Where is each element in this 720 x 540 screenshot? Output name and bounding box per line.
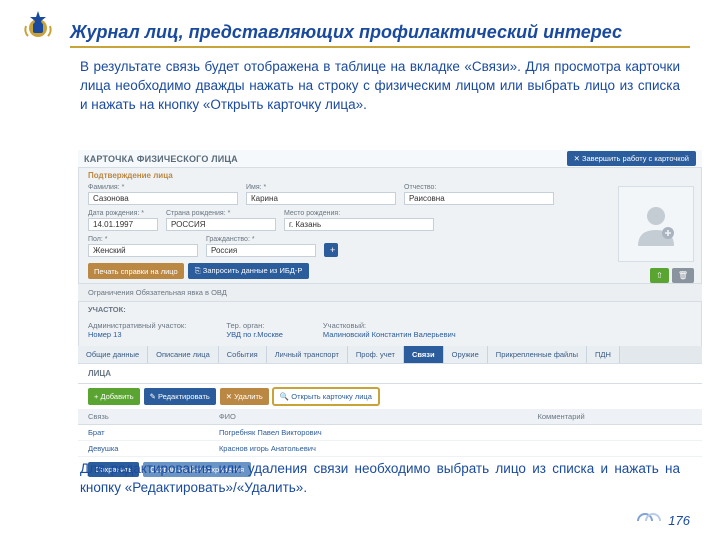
restrictions-bar: Ограничения Обязательная явка в ОВД [78, 283, 702, 302]
label-patr: Отчество: [404, 184, 554, 191]
input-fam[interactable] [88, 192, 238, 205]
tab-8[interactable]: ПДН [587, 346, 620, 363]
add-person-button[interactable]: + Добавить [88, 388, 140, 405]
print-reference-button[interactable]: Печать справки на лицо [88, 263, 184, 279]
table-header: ФИО [209, 409, 528, 425]
participok-title: УЧАСТОК: [88, 305, 126, 314]
open-person-card-button[interactable]: 🔍 Открыть карточку лица [273, 388, 379, 405]
tab-6[interactable]: Оружие [444, 346, 488, 363]
page-number: 176 [668, 513, 690, 528]
label-name: Имя: * [246, 184, 396, 191]
input-dob[interactable] [88, 218, 158, 231]
persons-table: СвязьФИОКомментарийБратПогребняк Павел В… [78, 409, 702, 457]
label-country: Страна рождения: * [166, 210, 276, 217]
intro-paragraph: В результате связь будет отображена в та… [80, 58, 680, 115]
table-row[interactable]: БратПогребняк Павел Викторович [78, 425, 702, 441]
tab-2[interactable]: События [219, 346, 267, 363]
avatar-icon [632, 200, 680, 248]
label-place: Место рождения: [284, 210, 434, 217]
close-card-button[interactable]: ✕ Завершить работу с карточкой [567, 151, 696, 166]
persons-section-title: ЛИЦА [78, 363, 702, 384]
page-title: Журнал лиц, представляющих профилактичес… [70, 22, 690, 48]
mvd-emblem-icon [20, 8, 56, 49]
card-subhead: Подтверждение лица [78, 168, 702, 183]
table-row[interactable]: ДевушкаКраснов игорь Анатольевич [78, 441, 702, 457]
input-place[interactable] [284, 218, 434, 231]
input-country[interactable] [166, 218, 276, 231]
tab-4[interactable]: Проф. учет [348, 346, 404, 363]
input-citizen[interactable] [206, 244, 316, 257]
label-citizen: Гражданство: * [206, 236, 316, 243]
tab-3[interactable]: Личный транспорт [267, 346, 348, 363]
avatar-upload-button[interactable]: ⇧ [650, 268, 669, 283]
card-title: КАРТОЧКА ФИЗИЧЕСКОГО ЛИЦА [84, 154, 238, 164]
label-sex: Пол: * [88, 236, 198, 243]
page-decoration-icon [636, 512, 666, 530]
table-header: Связь [78, 409, 209, 425]
participok-row: Административный участок:Номер 13 Тер. о… [78, 317, 702, 343]
tab-0[interactable]: Общие данные [78, 346, 148, 363]
request-ibd-button[interactable]: ⎘ Запросить данные из ИБД-Р [188, 263, 310, 279]
add-citizenship-button[interactable]: + [324, 243, 338, 257]
label-fam: Фамилия: * [88, 184, 238, 191]
avatar-placeholder [618, 186, 694, 262]
table-header: Комментарий [528, 409, 703, 425]
tab-7[interactable]: Прикрепленные файлы [488, 346, 587, 363]
avatar-delete-button[interactable]: 🗑 [672, 268, 694, 283]
outro-paragraph: Для редактирования или удаления связи не… [80, 460, 680, 498]
tab-1[interactable]: Описание лица [148, 346, 219, 363]
app-card-screenshot: КАРТОЧКА ФИЗИЧЕСКОГО ЛИЦА ✕ Завершить ра… [78, 150, 702, 450]
edit-person-button[interactable]: ✎ Редактировать [144, 388, 216, 405]
tab-5[interactable]: Связи [404, 346, 444, 363]
delete-person-button[interactable]: ✕ Удалить [220, 388, 269, 405]
input-name[interactable] [246, 192, 396, 205]
tab-strip: Общие данныеОписание лицаСобытияЛичный т… [78, 346, 702, 363]
input-sex[interactable] [88, 244, 198, 257]
input-patr[interactable] [404, 192, 554, 205]
label-dob: Дата рождения: * [88, 210, 158, 217]
